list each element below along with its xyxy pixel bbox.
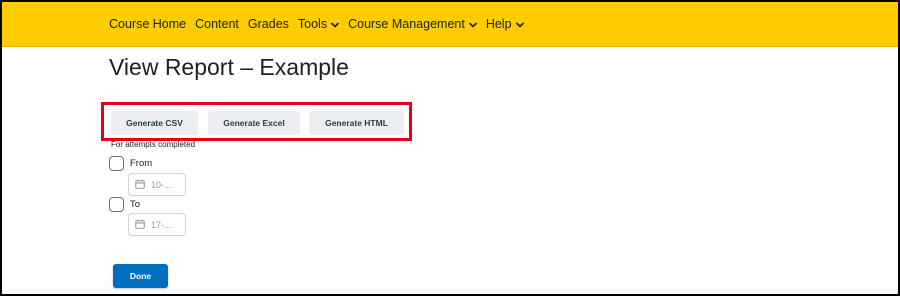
- nav-item-help[interactable]: Help: [486, 17, 524, 31]
- attempts-completed-label: For attempts completed: [111, 140, 196, 149]
- from-checkbox[interactable]: [109, 156, 124, 171]
- chevron-down-icon: [515, 17, 524, 31]
- nav-item-label: Help: [485, 17, 512, 31]
- nav-item-grades[interactable]: Grades: [248, 17, 289, 31]
- nav-item-label: Course Management: [348, 17, 465, 31]
- generate-csv-button[interactable]: Generate CSV: [111, 111, 198, 135]
- calendar-icon: [135, 179, 145, 191]
- to-checkbox[interactable]: [109, 197, 124, 212]
- nav-item-course-home[interactable]: Course Home: [109, 17, 186, 31]
- nav-item-tools[interactable]: Tools: [298, 17, 339, 31]
- page-frame: Course Home Content Grades Tools Course …: [0, 0, 900, 296]
- generate-html-button[interactable]: Generate HTML: [309, 111, 404, 135]
- page-title: View Report – Example: [109, 54, 349, 80]
- generate-button-row: Generate CSV Generate Excel Generate HTM…: [111, 111, 404, 135]
- nav-item-content[interactable]: Content: [195, 17, 239, 31]
- calendar-icon: [135, 219, 145, 231]
- chevron-down-icon: [469, 17, 477, 31]
- from-date-value: 10-...: [151, 179, 172, 190]
- to-date-input[interactable]: 17-...: [128, 213, 186, 236]
- nav-item-label: Tools: [297, 17, 328, 31]
- chevron-down-icon: [331, 17, 339, 31]
- nav-item-label: Grades: [247, 17, 289, 31]
- generate-excel-button[interactable]: Generate Excel: [208, 111, 300, 135]
- nav-items: Course Home Content Grades Tools Course …: [109, 2, 533, 46]
- course-navbar: Course Home Content Grades Tools Course …: [2, 2, 898, 47]
- from-label: From: [130, 158, 153, 169]
- to-label: To: [130, 199, 141, 210]
- from-date-input[interactable]: 10-...: [128, 173, 186, 196]
- done-button[interactable]: Done: [113, 264, 168, 288]
- nav-item-label: Course Home: [109, 17, 187, 31]
- nav-item-label: Content: [195, 17, 239, 31]
- to-date-value: 17-...: [151, 219, 172, 230]
- nav-item-course-management[interactable]: Course Management: [348, 17, 477, 31]
